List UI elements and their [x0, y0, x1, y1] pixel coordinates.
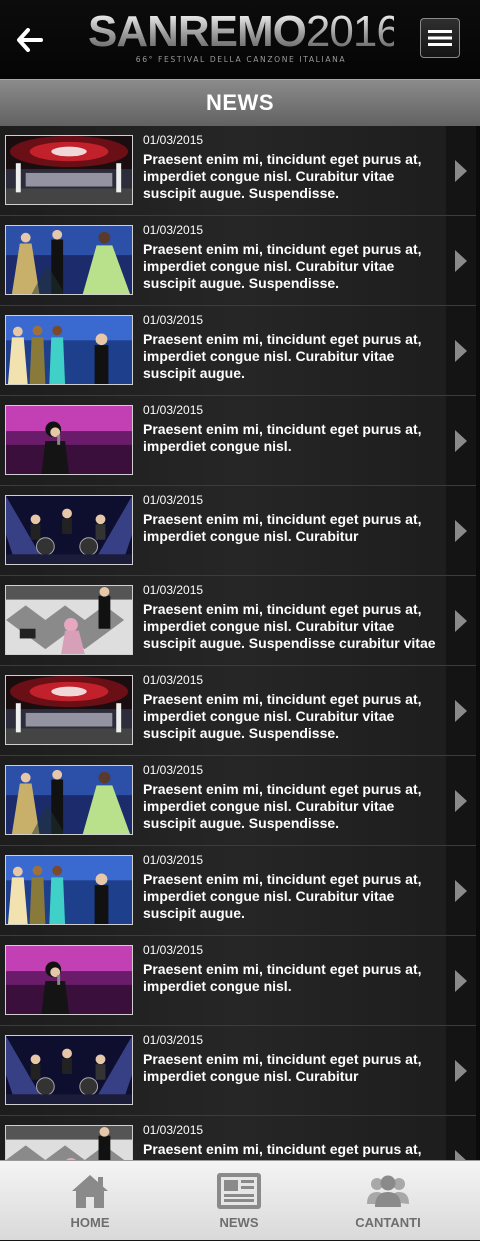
- news-item-action[interactable]: [446, 396, 476, 485]
- news-item-action[interactable]: [446, 756, 476, 845]
- nav-cantanti[interactable]: CANTANTI: [318, 1161, 458, 1241]
- news-date: 01/03/2015: [143, 763, 204, 777]
- news-item-action[interactable]: [446, 1116, 476, 1160]
- news-date: 01/03/2015: [143, 853, 204, 867]
- news-thumbnail: [5, 405, 133, 475]
- news-item-action[interactable]: [446, 126, 476, 215]
- news-item-action[interactable]: [446, 1026, 476, 1115]
- news-item[interactable]: 01/03/2015 Praesent enim mi, tincidunt e…: [0, 936, 476, 1026]
- chevron-right-icon: [455, 429, 467, 452]
- news-item[interactable]: 01/03/2015 Praesent enim mi, tincidunt e…: [0, 846, 476, 936]
- top-bar: SANREMO2016 66° FESTIVAL DELLA CANZONE I…: [0, 0, 480, 79]
- users-icon: [365, 1171, 411, 1211]
- news-item-action[interactable]: [446, 306, 476, 395]
- news-date: 01/03/2015: [143, 403, 204, 417]
- news-item-action[interactable]: [446, 846, 476, 935]
- news-thumbnail: [5, 225, 133, 295]
- news-thumbnail: [5, 495, 133, 565]
- news-excerpt: Praesent enim mi, tincidunt eget purus a…: [143, 1141, 422, 1157]
- page-title: NEWS: [206, 90, 274, 115]
- chevron-right-icon: [455, 1149, 467, 1160]
- news-date: 01/03/2015: [143, 583, 204, 597]
- chevron-right-icon: [455, 159, 467, 182]
- news-date: 01/03/2015: [143, 493, 204, 507]
- news-thumbnail: [5, 315, 133, 385]
- news-excerpt: Praesent enim mi, tincidunt eget purus a…: [143, 151, 422, 201]
- hamburger-menu-icon: [428, 30, 452, 46]
- arrow-left-icon: [17, 28, 43, 52]
- news-thumbnail: [5, 945, 133, 1015]
- news-date: 01/03/2015: [143, 1033, 204, 1047]
- chevron-right-icon: [455, 339, 467, 362]
- news-thumbnail: [5, 1035, 133, 1105]
- news-thumbnail: [5, 1125, 133, 1160]
- menu-button[interactable]: [420, 18, 460, 58]
- news-item[interactable]: 01/03/2015 Praesent enim mi, tincidunt e…: [0, 756, 476, 846]
- nav-news[interactable]: NEWS: [169, 1161, 309, 1241]
- logo-title: SANREMO: [88, 7, 306, 56]
- news-item[interactable]: 01/03/2015 Praesent enim mi, tincidunt e…: [0, 666, 476, 756]
- nav-news-label: NEWS: [219, 1215, 259, 1230]
- news-date: 01/03/2015: [143, 1123, 204, 1137]
- news-excerpt: Praesent enim mi, tincidunt eget purus a…: [143, 331, 422, 381]
- chevron-right-icon: [455, 789, 467, 812]
- chevron-right-icon: [455, 699, 467, 722]
- news-item[interactable]: 01/03/2015 Praesent enim mi, tincidunt e…: [0, 1026, 476, 1116]
- news-date: 01/03/2015: [143, 223, 204, 237]
- news-item[interactable]: 01/03/2015 Praesent enim mi, tincidunt e…: [0, 126, 476, 216]
- logo-subtitle: 66° FESTIVAL DELLA CANZONE ITALIANA: [135, 55, 347, 64]
- news-item[interactable]: 01/03/2015 Praesent enim mi, tincidunt e…: [0, 1116, 476, 1160]
- chevron-right-icon: [455, 249, 467, 272]
- news-thumbnail: [5, 855, 133, 925]
- news-thumbnail: [5, 675, 133, 745]
- back-button[interactable]: [12, 22, 48, 58]
- news-excerpt: Praesent enim mi, tincidunt eget purus a…: [143, 691, 422, 741]
- news-item-action[interactable]: [446, 576, 476, 665]
- news-date: 01/03/2015: [143, 133, 204, 147]
- news-item-action[interactable]: [446, 486, 476, 575]
- news-excerpt: Praesent enim mi, tincidunt eget purus a…: [143, 601, 436, 653]
- news-thumbnail: [5, 765, 133, 835]
- news-thumbnail: [5, 585, 133, 655]
- chevron-right-icon: [455, 1059, 467, 1082]
- nav-home[interactable]: HOME: [20, 1161, 160, 1241]
- sanremo-logo: SANREMO2016 66° FESTIVAL DELLA CANZONE I…: [88, 10, 394, 64]
- chevron-right-icon: [455, 609, 467, 632]
- news-item-action[interactable]: [446, 666, 476, 755]
- news-list: 01/03/2015 Praesent enim mi, tincidunt e…: [0, 126, 480, 1160]
- news-date: 01/03/2015: [143, 673, 204, 687]
- nav-cantanti-label: CANTANTI: [355, 1215, 421, 1230]
- news-excerpt: Praesent enim mi, tincidunt eget purus a…: [143, 241, 422, 291]
- news-item[interactable]: 01/03/2015 Praesent enim mi, tincidunt e…: [0, 216, 476, 306]
- news-excerpt: Praesent enim mi, tincidunt eget purus a…: [143, 421, 422, 454]
- newspaper-icon: [216, 1171, 262, 1211]
- news-item[interactable]: 01/03/2015 Praesent enim mi, tincidunt e…: [0, 306, 476, 396]
- news-date: 01/03/2015: [143, 313, 204, 327]
- news-excerpt: Praesent enim mi, tincidunt eget purus a…: [143, 511, 422, 544]
- news-thumbnail: [5, 135, 133, 205]
- scroll-edge: [476, 126, 480, 1160]
- home-icon: [70, 1171, 110, 1211]
- news-item[interactable]: 01/03/2015 Praesent enim mi, tincidunt e…: [0, 396, 476, 486]
- bottom-navigation: HOME NEWS CANTANTI: [0, 1160, 480, 1240]
- logo-year: 2016: [305, 7, 400, 56]
- chevron-right-icon: [455, 969, 467, 992]
- section-header: NEWS: [0, 79, 480, 126]
- chevron-right-icon: [455, 519, 467, 542]
- news-excerpt: Praesent enim mi, tincidunt eget purus a…: [143, 871, 422, 921]
- chevron-right-icon: [455, 879, 467, 902]
- news-item-action[interactable]: [446, 216, 476, 305]
- news-excerpt: Praesent enim mi, tincidunt eget purus a…: [143, 1051, 422, 1084]
- logo-wordmark: SANREMO2016: [88, 10, 394, 54]
- news-excerpt: Praesent enim mi, tincidunt eget purus a…: [143, 961, 422, 994]
- nav-home-label: HOME: [70, 1215, 110, 1230]
- news-item[interactable]: 01/03/2015 Praesent enim mi, tincidunt e…: [0, 576, 476, 666]
- news-excerpt: Praesent enim mi, tincidunt eget purus a…: [143, 781, 422, 831]
- news-item-action[interactable]: [446, 936, 476, 1025]
- news-date: 01/03/2015: [143, 943, 204, 957]
- news-item[interactable]: 01/03/2015 Praesent enim mi, tincidunt e…: [0, 486, 476, 576]
